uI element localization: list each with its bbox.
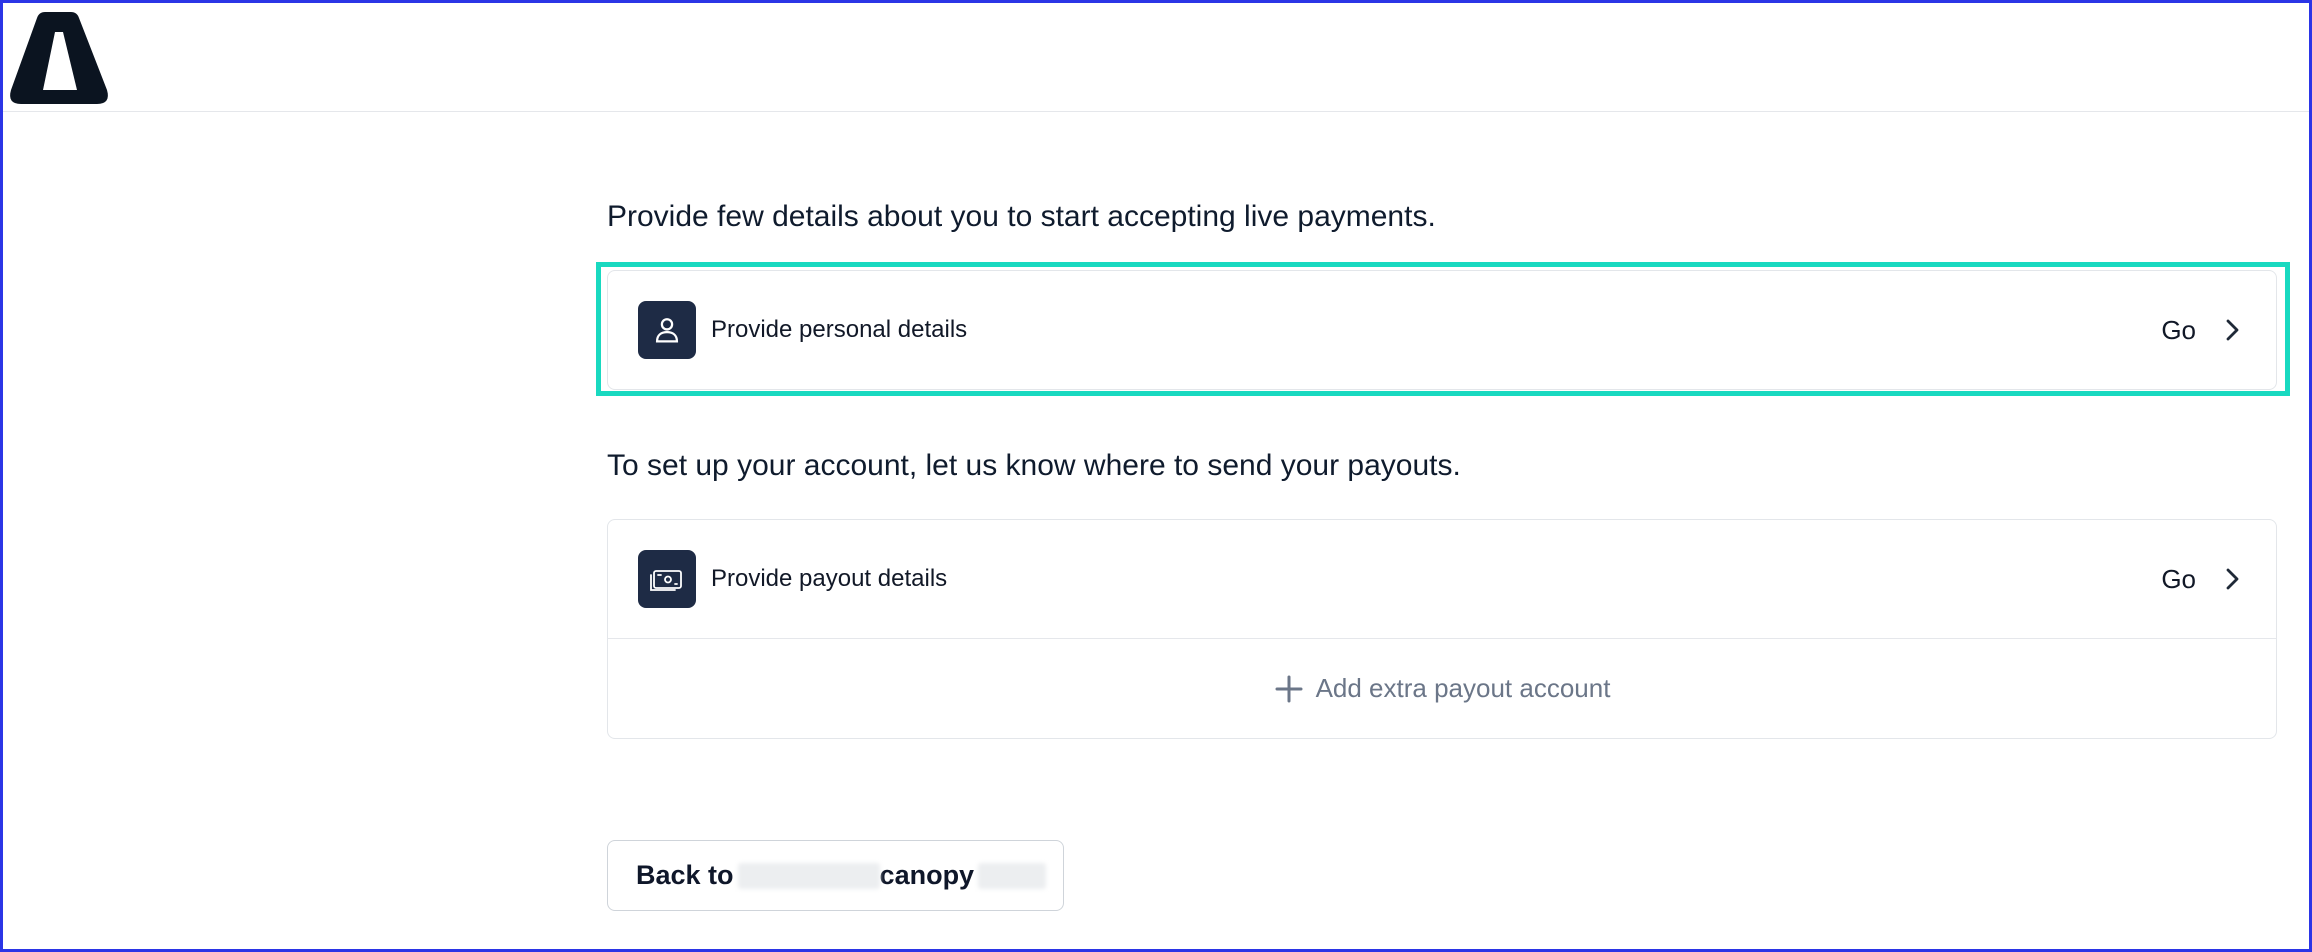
personal-section-heading: Provide few details about you to start a… <box>607 200 1436 233</box>
payout-details-card: Provide payout details Go Add extra payo… <box>607 519 2277 739</box>
payout-details-label: Provide payout details <box>711 565 948 592</box>
redacted-text <box>737 862 880 889</box>
personal-details-label: Provide personal details <box>711 316 968 343</box>
add-payout-account-button[interactable]: Add extra payout account <box>608 639 2276 738</box>
payout-details-row[interactable]: Provide payout details Go <box>608 520 2276 638</box>
add-payout-account-label: Add extra payout account <box>1315 673 1611 703</box>
payout-go-label: Go <box>2161 563 2196 594</box>
banknote-icon <box>638 550 696 608</box>
redacted-text <box>978 862 1047 889</box>
personal-go-label: Go <box>2161 314 2196 345</box>
back-prefix-label: Back to <box>636 860 734 890</box>
personal-details-row[interactable]: Provide personal details Go <box>608 271 2276 389</box>
payout-section-heading: To set up your account, let us know wher… <box>607 449 1461 482</box>
chevron-right-icon <box>2218 565 2246 593</box>
plus-icon <box>1274 674 1304 704</box>
chevron-right-icon <box>2218 316 2246 344</box>
personal-details-card: Provide personal details Go <box>607 270 2277 390</box>
back-to-store-button[interactable]: Back to canopy <box>607 840 1064 911</box>
brand-logo-icon[interactable] <box>7 6 111 110</box>
back-store-name: canopy <box>879 860 975 890</box>
top-bar <box>3 3 2309 112</box>
user-icon <box>638 301 696 359</box>
